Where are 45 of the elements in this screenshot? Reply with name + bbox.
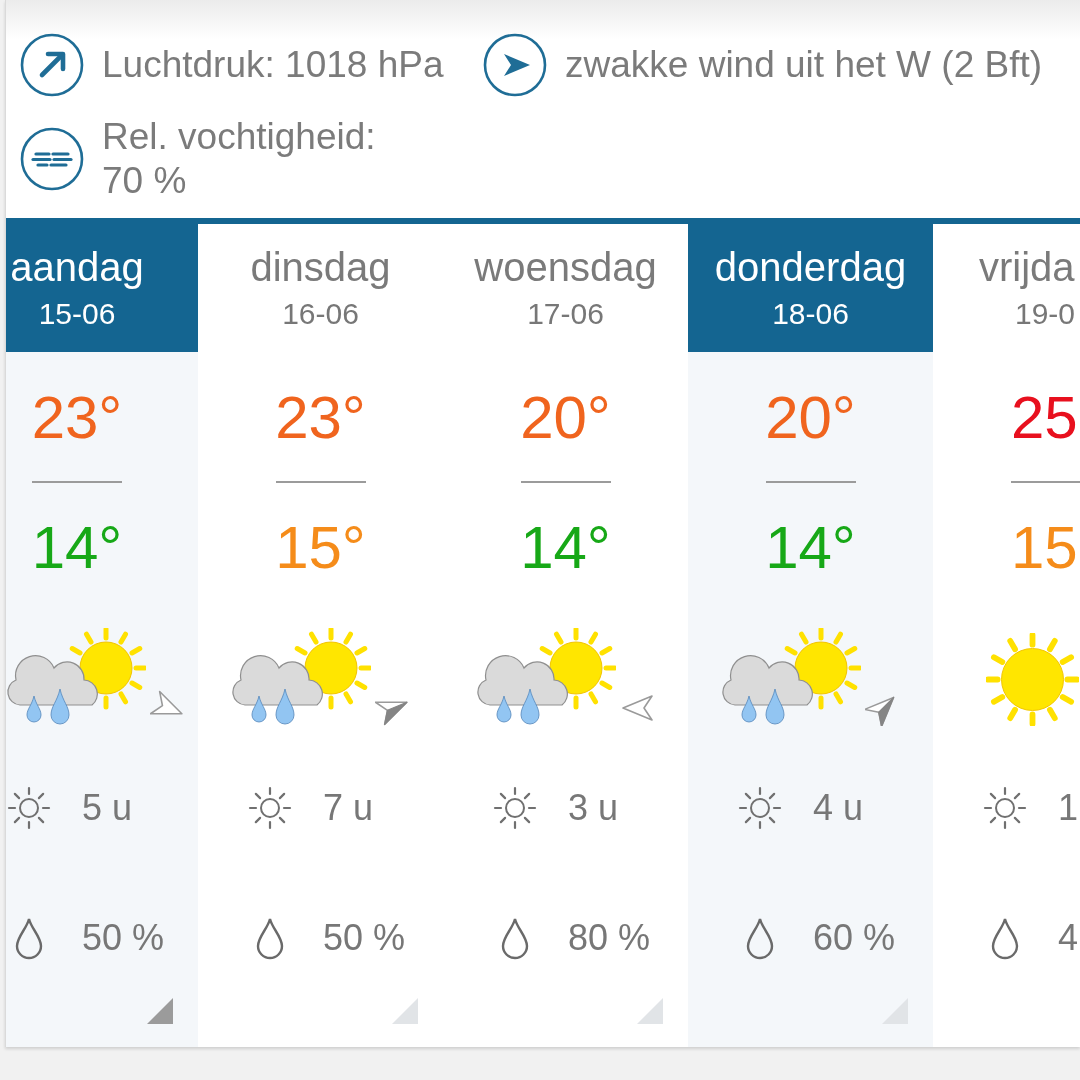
low-temperature: 14°: [765, 518, 856, 578]
drop-icon: [745, 916, 775, 960]
day-date: 17-06: [527, 296, 604, 331]
rain-chance: 80 %: [568, 918, 651, 958]
drop-icon: [990, 916, 1020, 960]
high-temperature: 20°: [765, 388, 856, 448]
sunshine-hours: 5 u: [82, 788, 133, 828]
drop-icon: [14, 916, 44, 960]
high-temperature: 23°: [275, 388, 366, 448]
day-header[interactable]: donderdag 18-06: [688, 224, 933, 352]
sun-outline-icon: [6, 785, 52, 831]
drop-icon: [255, 916, 285, 960]
high-temperature: 25: [1011, 388, 1078, 448]
day-date: 16-06: [282, 296, 359, 331]
pressure-text: Luchtdruk: 1018 hPa: [102, 43, 444, 87]
sun-outline-icon: [982, 785, 1028, 831]
day-header[interactable]: aandag 15-06: [6, 224, 198, 352]
day-date: 18-06: [772, 296, 849, 331]
high-temperature: 20°: [520, 388, 611, 448]
day-name: vrijda: [979, 244, 1075, 290]
day-date: 15-06: [38, 296, 116, 331]
sunshine-hours: 4 u: [813, 788, 864, 828]
drop-icon: [500, 916, 530, 960]
sun-outline-icon: [737, 785, 783, 831]
day-name: dinsdag: [250, 244, 391, 290]
sunshine-hours: 3 u: [568, 788, 619, 828]
rain-chance: 50 %: [323, 918, 406, 958]
low-temperature: 14°: [520, 518, 611, 578]
sunshine-hours: 7 u: [323, 788, 374, 828]
day-name: woensdag: [474, 244, 657, 290]
day-name: donderdag: [714, 244, 907, 290]
sun-outline-icon: [247, 785, 293, 831]
low-temperature: 15°: [275, 518, 366, 578]
rain-chance: 4: [1058, 918, 1079, 958]
low-temperature: 14°: [31, 518, 123, 578]
low-temperature: 15: [1011, 518, 1078, 578]
day-date: 19-0: [1015, 296, 1076, 331]
sunshine-hours: 1: [1058, 788, 1079, 828]
humidity-text: Rel. vochtigheid: 70 %: [102, 115, 377, 203]
rain-chance: 60 %: [813, 918, 896, 958]
day-name: aandag: [10, 244, 144, 290]
high-temperature: 23°: [31, 388, 123, 448]
rain-chance: 50 %: [82, 918, 165, 958]
sun-outline-icon: [492, 785, 538, 831]
wind-text: zwakke wind uit het W (2 Bft): [565, 43, 1043, 87]
